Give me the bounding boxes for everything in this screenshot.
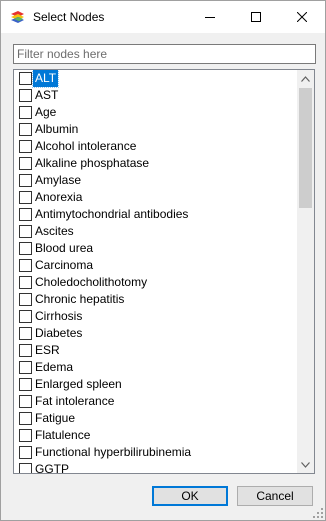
scroll-up-button[interactable] bbox=[297, 70, 314, 87]
node-list-item[interactable]: Diabetes bbox=[14, 325, 296, 342]
node-list-item[interactable]: GGTP bbox=[14, 461, 296, 474]
node-list-item[interactable]: ESR bbox=[14, 342, 296, 359]
node-list-item[interactable]: Enlarged spleen bbox=[14, 376, 296, 393]
node-label: Fatigue bbox=[35, 411, 76, 425]
node-label: Enlarged spleen bbox=[35, 377, 122, 391]
node-label: Amylase bbox=[35, 173, 82, 187]
node-label: Anorexia bbox=[35, 190, 83, 204]
node-list-item[interactable]: Antimytochondrial antibodies bbox=[14, 206, 296, 223]
node-label: AST bbox=[35, 88, 59, 102]
node-list-item[interactable]: Chronic hepatitis bbox=[14, 291, 296, 308]
node-checkbox[interactable] bbox=[19, 259, 32, 272]
app-logo-icon bbox=[11, 11, 24, 23]
node-label: Diabetes bbox=[35, 326, 83, 340]
node-list-item[interactable]: Carcinoma bbox=[14, 257, 296, 274]
vertical-scrollbar[interactable] bbox=[297, 70, 314, 473]
scroll-down-button[interactable] bbox=[297, 456, 314, 473]
node-checkbox[interactable] bbox=[19, 123, 32, 136]
title-bar[interactable]: Select Nodes bbox=[1, 1, 325, 33]
select-nodes-dialog: Select Nodes ALTAST Age Albumin Alcohol int… bbox=[0, 0, 326, 521]
node-list-item[interactable]: Age bbox=[14, 104, 296, 121]
maximize-button[interactable] bbox=[233, 1, 279, 33]
node-list-item[interactable]: ALT bbox=[14, 70, 296, 88]
node-checkbox[interactable] bbox=[19, 395, 32, 408]
ok-button[interactable]: OK bbox=[152, 486, 228, 506]
node-checkbox[interactable] bbox=[19, 412, 32, 425]
node-label: Carcinoma bbox=[35, 258, 94, 272]
close-button[interactable] bbox=[279, 1, 325, 33]
node-checkbox[interactable] bbox=[19, 225, 32, 238]
chevron-up-icon bbox=[301, 75, 310, 82]
node-label: Choledocholithotomy bbox=[35, 275, 148, 289]
node-checkbox[interactable] bbox=[19, 327, 32, 340]
node-label: Edema bbox=[35, 360, 74, 374]
node-checkbox[interactable] bbox=[19, 140, 32, 153]
node-label: Fat intolerance bbox=[35, 394, 115, 408]
node-checkbox[interactable] bbox=[19, 344, 32, 357]
node-checkbox[interactable] bbox=[19, 293, 32, 306]
node-list-item[interactable]: Edema bbox=[14, 359, 296, 376]
node-list-item[interactable]: Flatulence bbox=[14, 427, 296, 444]
node-list-item[interactable]: Fatigue bbox=[14, 410, 296, 427]
node-label: Albumin bbox=[35, 122, 79, 136]
node-list-item[interactable]: Choledocholithotomy bbox=[14, 274, 296, 291]
resize-grip-icon[interactable] bbox=[313, 508, 323, 518]
node-list-item[interactable]: Anorexia bbox=[14, 189, 296, 206]
node-list-item[interactable]: Albumin bbox=[14, 121, 296, 138]
minimize-button[interactable] bbox=[187, 1, 233, 33]
node-label: Cirrhosis bbox=[35, 309, 83, 323]
node-checkbox[interactable] bbox=[19, 378, 32, 391]
scrollbar-thumb[interactable] bbox=[299, 88, 312, 208]
node-list-item[interactable]: Functional hyperbilirubinemia bbox=[14, 444, 296, 461]
chevron-down-icon bbox=[301, 461, 310, 468]
window-title: Select Nodes bbox=[33, 10, 105, 24]
node-label: GGTP bbox=[35, 462, 70, 474]
node-list-item[interactable]: Cirrhosis bbox=[14, 308, 296, 325]
cancel-button[interactable]: Cancel bbox=[237, 486, 313, 506]
node-label: Age bbox=[35, 105, 57, 119]
node-list-item[interactable]: AST bbox=[14, 87, 296, 104]
node-label: Flatulence bbox=[35, 428, 91, 442]
node-list-item[interactable]: Blood urea bbox=[14, 240, 296, 257]
node-checkbox[interactable] bbox=[19, 310, 32, 323]
maximize-icon bbox=[251, 12, 261, 22]
nodes-checklist[interactable]: ALT AST Age Albumin Alcohol intolerance Alkal… bbox=[13, 69, 315, 474]
node-list-item[interactable]: Ascites bbox=[14, 223, 296, 240]
nodes-list-items: ALT AST Age Albumin Alcohol intolerance Alkal… bbox=[14, 70, 296, 474]
node-checkbox[interactable] bbox=[19, 242, 32, 255]
filter-nodes-input[interactable] bbox=[13, 44, 316, 64]
node-checkbox[interactable] bbox=[19, 208, 32, 221]
node-list-item[interactable]: Amylase bbox=[14, 172, 296, 189]
node-checkbox[interactable] bbox=[19, 89, 32, 102]
node-list-item[interactable]: Fat intolerance bbox=[14, 393, 296, 410]
node-checkbox[interactable] bbox=[19, 429, 32, 442]
node-label: Functional hyperbilirubinemia bbox=[35, 445, 192, 459]
node-label: Alcohol intolerance bbox=[35, 139, 137, 153]
node-list-item[interactable]: Alkaline phosphatase bbox=[14, 155, 296, 172]
node-checkbox[interactable] bbox=[19, 72, 32, 85]
node-label: ESR bbox=[35, 343, 60, 357]
node-label: ALT bbox=[31, 70, 60, 88]
close-icon bbox=[297, 12, 307, 22]
node-label: Ascites bbox=[35, 224, 74, 238]
node-checkbox[interactable] bbox=[19, 463, 32, 473]
node-list-item[interactable]: Alcohol intolerance bbox=[14, 138, 296, 155]
minimize-icon bbox=[205, 17, 215, 18]
node-checkbox[interactable] bbox=[19, 157, 32, 170]
node-checkbox[interactable] bbox=[19, 174, 32, 187]
node-label: Alkaline phosphatase bbox=[35, 156, 150, 170]
node-checkbox[interactable] bbox=[19, 106, 32, 119]
node-checkbox[interactable] bbox=[19, 191, 32, 204]
node-checkbox[interactable] bbox=[19, 361, 32, 374]
node-checkbox[interactable] bbox=[19, 446, 32, 459]
node-checkbox[interactable] bbox=[19, 276, 32, 289]
node-label: Chronic hepatitis bbox=[35, 292, 125, 306]
node-label: Blood urea bbox=[35, 241, 94, 255]
node-label: Antimytochondrial antibodies bbox=[35, 207, 189, 221]
